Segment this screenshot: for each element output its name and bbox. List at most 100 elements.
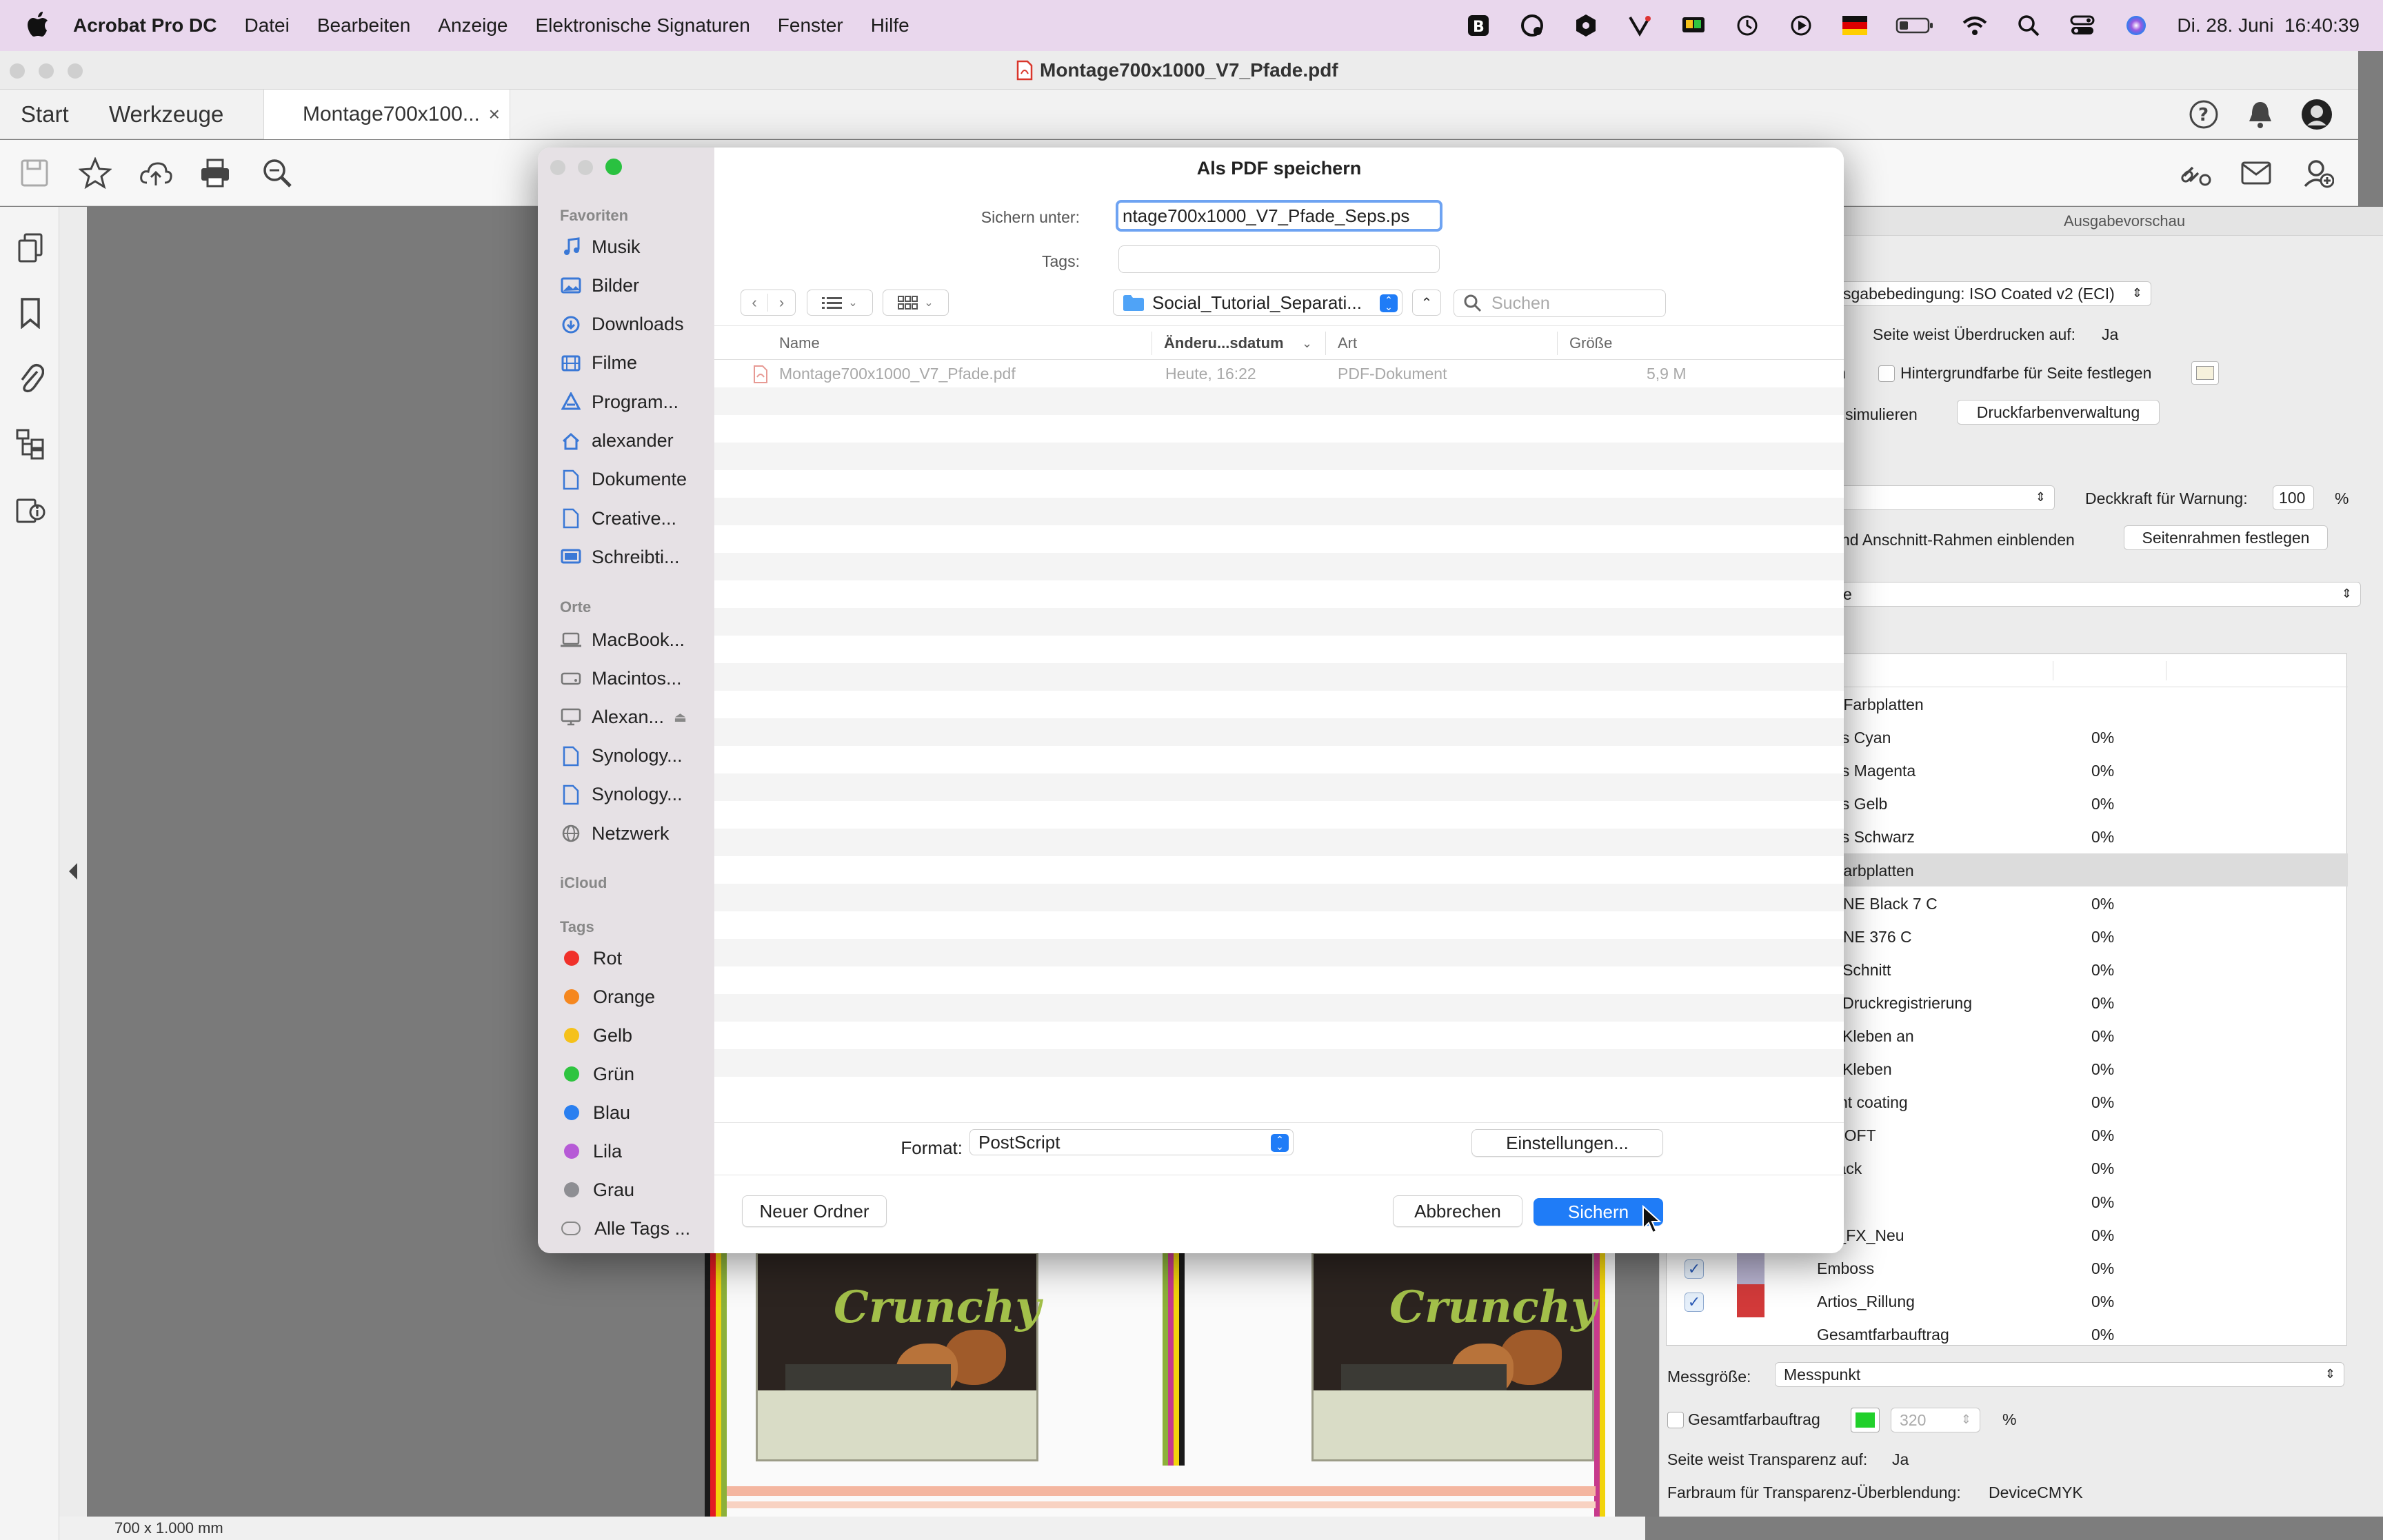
- sidebar-item-dokumente[interactable]: Dokumente: [560, 463, 705, 496]
- sidebar-item-schreibti[interactable]: Schreibti...: [560, 540, 705, 574]
- forward-chevron-icon[interactable]: ›: [768, 294, 795, 312]
- eject-icon[interactable]: ⏏: [674, 709, 687, 726]
- tags-input[interactable]: [1118, 245, 1440, 273]
- apple-logo-icon[interactable]: [25, 11, 50, 39]
- menu-hilfe[interactable]: Hilfe: [871, 14, 909, 37]
- separation-row[interactable]: ✓ Emboss 0%: [1667, 1250, 2348, 1284]
- menu-fenster[interactable]: Fenster: [778, 14, 843, 37]
- save-as-input[interactable]: ntage700x1000_V7_Pfade_Seps.ps: [1116, 200, 1442, 232]
- menu-anzeige[interactable]: Anzeige: [438, 14, 507, 37]
- time-machine-icon[interactable]: [1734, 12, 1760, 39]
- sidebar-item-downloads[interactable]: Downloads: [560, 308, 705, 341]
- total-coverage-input[interactable]: 320 ⇕: [1891, 1408, 1980, 1432]
- avatar[interactable]: [2299, 97, 2335, 132]
- window-minimize-button[interactable]: [39, 63, 54, 79]
- menu-bearbeiten[interactable]: Bearbeiten: [317, 14, 410, 37]
- bg-color-checkbox[interactable]: [1878, 365, 1895, 382]
- list-view-button[interactable]: ⌄: [807, 290, 873, 316]
- layers-tree-icon[interactable]: [12, 426, 48, 462]
- separation-checkbox[interactable]: ✓: [1685, 1292, 1704, 1312]
- new-folder-button[interactable]: Neuer Ordner: [742, 1195, 887, 1227]
- cloud-upload-icon[interactable]: [138, 155, 174, 191]
- menubar-datetime[interactable]: Di. 28. Juni 16:40:39: [2177, 14, 2360, 37]
- search-input[interactable]: Suchen: [1454, 290, 1666, 317]
- total-coverage-checkbox[interactable]: [1667, 1412, 1684, 1428]
- bookmark-icon[interactable]: [12, 295, 48, 331]
- separation-row[interactable]: ✓ Artios_Rillung 0%: [1667, 1284, 2348, 1317]
- zoom-search-icon[interactable]: [259, 155, 295, 191]
- column-size[interactable]: Größe: [1569, 326, 1612, 361]
- menu-app-name[interactable]: Acrobat Pro DC: [73, 14, 217, 37]
- ink-manager-button[interactable]: Druckfarbenverwaltung: [1957, 400, 2160, 425]
- menu-signaturen[interactable]: Elektronische Signaturen: [535, 14, 750, 37]
- attachment-paperclip-icon[interactable]: [12, 360, 48, 396]
- page-boxes-button[interactable]: Seitenrahmen festlegen: [2124, 525, 2328, 550]
- simulation-profile-select[interactable]: sgabebedingung: ISO Coated v2 (ECI) ⇕: [1834, 281, 2151, 306]
- grid-view-button[interactable]: ⌄: [883, 290, 949, 316]
- sidebar-item-filme[interactable]: Filme: [560, 347, 705, 380]
- show-select[interactable]: e ⇕: [1834, 582, 2361, 607]
- tab-werkzeuge[interactable]: Werkzeuge: [109, 90, 223, 139]
- sidebar-tag-grau[interactable]: Grau: [560, 1173, 705, 1206]
- sidebar-item-alexander[interactable]: alexander: [560, 425, 705, 458]
- add-user-icon[interactable]: [2300, 155, 2336, 191]
- sidebar-item-macbook[interactable]: MacBook...: [560, 623, 705, 656]
- sidebar-item-program[interactable]: Program...: [560, 385, 705, 418]
- separation-checkbox[interactable]: ✓: [1685, 1259, 1704, 1279]
- coverage-color-swatch[interactable]: [1851, 1408, 1880, 1432]
- format-popup[interactable]: PostScript ⌃ ⌄: [969, 1129, 1294, 1155]
- icloud-section-title[interactable]: iCloud: [560, 874, 607, 892]
- opacity-warning-input[interactable]: 100: [2273, 485, 2314, 510]
- control-center-icon[interactable]: [2069, 12, 2095, 39]
- sidebar-all-tags[interactable]: Alle Tags ...: [560, 1212, 705, 1245]
- file-row[interactable]: Montage700x1000_V7_Pfade.pdf Heute, 16:2…: [714, 360, 1844, 387]
- sidebar-item-synology[interactable]: Synology...: [560, 740, 705, 773]
- sidebar-tag-rot[interactable]: Rot: [560, 942, 705, 975]
- column-date[interactable]: Änderu...sdatum: [1164, 326, 1284, 361]
- back-chevron-icon[interactable]: ‹: [741, 294, 769, 312]
- sample-size-select[interactable]: Messpunkt ⇕: [1775, 1362, 2344, 1387]
- wifi-icon[interactable]: [1962, 12, 1988, 39]
- notifications-bell-icon[interactable]: [2242, 97, 2278, 132]
- siri-icon[interactable]: [2123, 12, 2149, 39]
- collapse-left-icon[interactable]: [68, 862, 79, 881]
- share-link-icon[interactable]: [2178, 155, 2213, 191]
- help-icon[interactable]: ?: [2186, 97, 2222, 132]
- tab-start[interactable]: Start: [21, 90, 69, 139]
- document-info-icon[interactable]: [12, 491, 48, 527]
- sidebar-item-bilder[interactable]: Bilder: [560, 269, 705, 302]
- german-flag-icon[interactable]: [1842, 12, 1868, 39]
- sidebar-tag-lila[interactable]: Lila: [560, 1135, 705, 1168]
- bg-color-swatch[interactable]: [2191, 361, 2219, 385]
- battery-icon[interactable]: [1896, 12, 1934, 39]
- tab-document[interactable]: Montage700x100... ×: [263, 90, 510, 139]
- sidebar-tag-grün[interactable]: Grün: [560, 1057, 705, 1091]
- star-bookmark-icon[interactable]: [77, 155, 113, 191]
- print-icon[interactable]: [197, 155, 233, 191]
- cancel-button[interactable]: Abbrechen: [1393, 1195, 1522, 1227]
- tab-close-icon[interactable]: ×: [489, 103, 500, 125]
- column-kind[interactable]: Art: [1338, 326, 1357, 361]
- sidebar-item-alexan[interactable]: Alexan... ⏏: [560, 700, 705, 733]
- window-close-button[interactable]: [10, 63, 25, 79]
- spotlight-icon[interactable]: [2015, 12, 2042, 39]
- menu-datei[interactable]: Datei: [244, 14, 289, 37]
- separation-row[interactable]: Gesamtfarbauftrag 0%: [1667, 1317, 2348, 1350]
- sidebar-item-netzwerk[interactable]: Netzwerk: [560, 817, 705, 850]
- show-warnings-select[interactable]: ⇕: [1834, 485, 2055, 510]
- display-app-icon[interactable]: [1680, 12, 1707, 39]
- expand-collapse-button[interactable]: ⌃: [1412, 290, 1441, 316]
- hexagon-app-icon[interactable]: [1573, 12, 1599, 39]
- dialog-minimize-button[interactable]: [578, 160, 593, 175]
- save-icon[interactable]: [17, 155, 52, 191]
- vector-app-icon[interactable]: [1627, 12, 1653, 39]
- folder-location-popup[interactable]: Social_Tutorial_Separati... ⌃ ⌄: [1113, 290, 1402, 316]
- bbedit-icon[interactable]: B: [1465, 12, 1491, 39]
- creative-cloud-icon[interactable]: [1519, 12, 1545, 39]
- email-icon[interactable]: [2238, 155, 2274, 191]
- dialog-zoom-button[interactable]: [605, 159, 622, 175]
- dialog-close-button[interactable]: [550, 160, 565, 175]
- column-name[interactable]: Name: [779, 326, 820, 361]
- settings-button[interactable]: Einstellungen...: [1471, 1129, 1663, 1157]
- sidebar-tag-gelb[interactable]: Gelb: [560, 1019, 705, 1052]
